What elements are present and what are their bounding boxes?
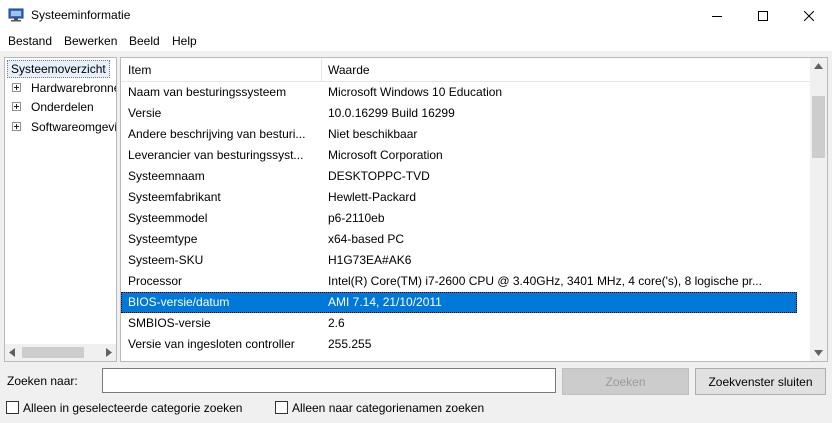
cell-value: 2.6 — [328, 316, 345, 330]
checkbox-label: Alleen naar categorienamen zoeken — [292, 401, 485, 415]
tree-item-hardwarebronnen[interactable]: Hardwarebronnen — [5, 79, 116, 97]
column-header-value[interactable]: Waarde — [328, 63, 370, 77]
tree-item-label: Softwareomgeving — [31, 120, 117, 134]
tree-horizontal-scrollbar[interactable] — [5, 344, 116, 361]
cell-item: Versie — [128, 106, 162, 120]
title-bar: Systeeminformatie — [0, 0, 832, 31]
cell-item: Systeemmodel — [128, 211, 208, 225]
cell-value: DESKTOPPC-TVD — [328, 169, 430, 183]
menu-beeld[interactable]: Beeld — [129, 34, 160, 48]
cell-value: 255.255 — [328, 337, 372, 351]
close-search-button[interactable]: Zoekvenster sluiten — [695, 368, 826, 395]
cell-item: Systeem-SKU — [128, 253, 204, 267]
table-row[interactable]: Systeemnaam DESKTOPPC-TVD — [121, 166, 797, 187]
checkbox-box[interactable] — [275, 401, 288, 414]
cell-value: Niet beschikbaar — [328, 127, 418, 141]
tree-item-softwareomgeving[interactable]: Softwareomgeving — [5, 118, 116, 136]
table-row[interactable]: Processor Intel(R) Core(TM) i7-2600 CPU @… — [121, 271, 797, 292]
checkbox-category-names[interactable]: Alleen naar categorienamen zoeken — [275, 400, 505, 416]
checkbox-selected-category[interactable]: Alleen in geselecteerde categorie zoeken — [6, 400, 270, 416]
menu-help[interactable]: Help — [172, 34, 197, 48]
cell-value: Microsoft Corporation — [328, 148, 443, 162]
minimize-button[interactable] — [694, 0, 740, 31]
search-input[interactable] — [102, 368, 556, 393]
category-tree[interactable]: Systeemoverzicht Hardwarebronnen Onderde… — [4, 57, 117, 362]
close-icon — [804, 10, 814, 21]
cell-value: 10.0.16299 Build 16299 — [328, 106, 455, 120]
cell-value: H1G73EA#AK6 — [328, 253, 412, 267]
expand-icon[interactable] — [12, 122, 21, 131]
tree-item-label: Hardwarebronnen — [31, 81, 116, 95]
maximize-icon — [758, 10, 768, 21]
cell-item: Naam van besturingssysteem — [128, 85, 287, 99]
scroll-left-icon[interactable] — [9, 348, 16, 357]
cell-value: x64-based PC — [328, 232, 405, 246]
list-header: Item Waarde — [121, 58, 811, 82]
scroll-down-icon[interactable] — [814, 349, 823, 356]
cell-item: Leverancier van besturingssyst... — [128, 148, 304, 162]
cell-value: Intel(R) Core(TM) i7-2600 CPU @ 3.40GHz,… — [328, 274, 762, 288]
table-row[interactable]: SMBIOS-versie 2.6 — [121, 313, 797, 334]
cell-item: Systeemnaam — [128, 169, 205, 183]
scroll-thumb[interactable] — [22, 347, 84, 358]
tree-item-systeemoverzicht[interactable]: Systeemoverzicht — [7, 60, 110, 78]
cell-value: AMI 7.14, 21/10/2011 — [328, 295, 442, 309]
table-row[interactable]: Systeemfabrikant Hewlett-Packard — [121, 187, 797, 208]
search-label: Zoeken naar: — [7, 374, 78, 388]
cell-item: Processor — [128, 274, 183, 288]
minimize-icon — [712, 15, 722, 17]
table-row[interactable]: Versie van ingesloten controller 255.255 — [121, 334, 797, 355]
cell-value: Hewlett-Packard — [328, 190, 417, 204]
table-row[interactable]: Leverancier van besturingssyst... Microso… — [121, 145, 797, 166]
checkbox-label: Alleen in geselecteerde categorie zoeken — [23, 401, 243, 415]
list-vertical-scrollbar[interactable] — [810, 58, 827, 361]
cell-item: Systeemtype — [128, 232, 198, 246]
cell-value: p6-2110eb — [328, 211, 385, 225]
cell-item: SMBIOS-versie — [128, 316, 211, 330]
cell-item: Systeemfabrikant — [128, 190, 221, 204]
table-row[interactable]: Naam van besturingssysteem Microsoft Wind… — [121, 82, 797, 103]
scroll-right-icon[interactable] — [105, 348, 112, 357]
table-row[interactable]: Systeemmodel p6-2110eb — [121, 208, 797, 229]
table-row[interactable]: Andere beschrijving van besturi... Niet b… — [121, 124, 797, 145]
checkbox-box[interactable] — [6, 401, 19, 414]
menu-bestand[interactable]: Bestand — [8, 34, 52, 48]
cell-value: Microsoft Windows 10 Education — [328, 85, 503, 99]
menu-bewerken[interactable]: Bewerken — [64, 34, 117, 48]
system-information-icon — [8, 8, 24, 22]
scroll-thumb[interactable] — [812, 96, 825, 158]
details-list[interactable]: Item Waarde Naam van besturingssysteem Mi… — [120, 57, 828, 362]
column-divider[interactable] — [321, 58, 322, 82]
column-header-item[interactable]: Item — [128, 63, 151, 77]
tree-item-label: Onderdelen — [31, 100, 94, 114]
table-row-selected[interactable]: BIOS-versie/datum AMI 7.14, 21/10/2011 — [121, 292, 797, 313]
tree-item-onderdelen[interactable]: Onderdelen — [5, 98, 116, 116]
table-row[interactable]: Versie 10.0.16299 Build 16299 — [121, 103, 797, 124]
menu-bar: Bestand Bewerken Beeld Help — [0, 31, 832, 51]
cell-item: Versie van ingesloten controller — [128, 337, 295, 351]
close-button[interactable] — [786, 0, 832, 31]
cell-item: Andere beschrijving van besturi... — [128, 127, 306, 141]
expand-icon[interactable] — [12, 102, 21, 111]
window-title: Systeeminformatie — [31, 8, 131, 22]
cell-item: BIOS-versie/datum — [128, 295, 230, 309]
find-button[interactable]: Zoeken — [562, 368, 689, 395]
table-row[interactable]: Systeemtype x64-based PC — [121, 229, 797, 250]
expand-icon[interactable] — [12, 83, 21, 92]
table-row[interactable]: Systeem-SKU H1G73EA#AK6 — [121, 250, 797, 271]
maximize-button[interactable] — [740, 0, 786, 31]
scroll-up-icon[interactable] — [814, 63, 823, 70]
